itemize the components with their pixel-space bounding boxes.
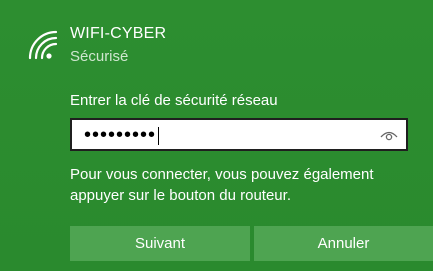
- masked-password: •••••••••: [84, 124, 157, 146]
- network-name: WIFI-CYBER: [70, 25, 167, 42]
- wifi-connect-panel: WIFI-CYBER Sécurisé Entrer la clé de séc…: [0, 0, 433, 271]
- wifi-secured-icon: [26, 28, 62, 64]
- security-key-input[interactable]: •••••••••: [70, 118, 408, 151]
- security-key-value: •••••••••: [84, 124, 160, 146]
- cancel-button[interactable]: Annuler: [254, 226, 433, 261]
- text-caret: [158, 126, 160, 145]
- router-button-hint: Pour vous connecter, vous pouvez égaleme…: [70, 166, 374, 204]
- next-button[interactable]: Suivant: [70, 226, 250, 261]
- security-key-label: Entrer la clé de sécurité réseau: [70, 92, 278, 109]
- eye-icon[interactable]: [380, 127, 398, 141]
- network-status: Sécurisé: [70, 48, 129, 65]
